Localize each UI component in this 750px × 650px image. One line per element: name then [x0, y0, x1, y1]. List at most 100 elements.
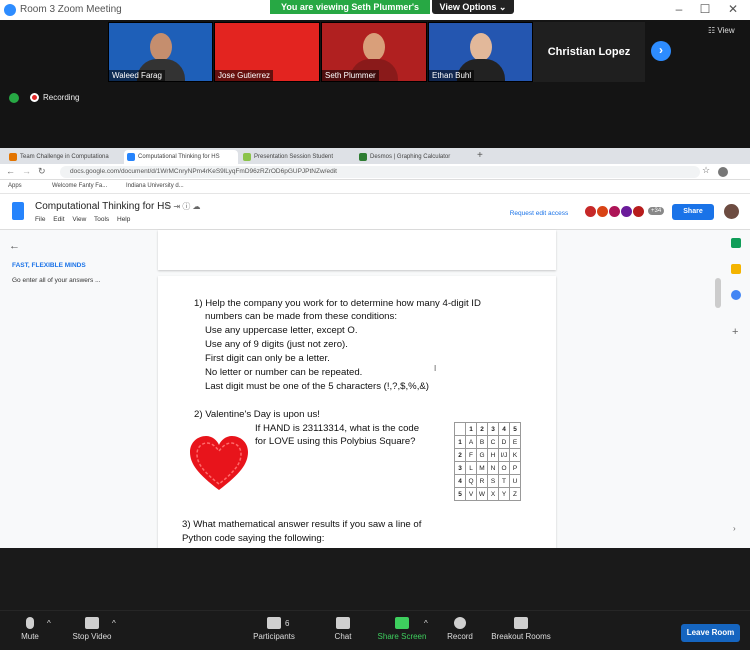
- video-tile-jose[interactable]: Jose Gutierrez: [214, 22, 320, 82]
- polybius-cell: 2: [476, 422, 488, 436]
- tab-desmos[interactable]: Desmos | Graphing Calculator: [356, 150, 470, 164]
- polybius-cell: H: [487, 448, 499, 462]
- breakout-rooms-button[interactable]: Breakout Rooms: [491, 617, 551, 641]
- participant-face: [469, 33, 492, 61]
- keep-icon[interactable]: [731, 264, 741, 274]
- star-icon[interactable]: ☆: [702, 165, 710, 176]
- question-1-line2: numbers can be made from these condition…: [205, 311, 397, 322]
- reload-icon[interactable]: ↻: [38, 166, 46, 177]
- polybius-cell: Q: [465, 474, 477, 488]
- participant-face: [363, 33, 385, 61]
- video-tile-waleed[interactable]: Waleed Farag: [108, 22, 213, 82]
- participants-label: Participants: [253, 632, 295, 641]
- condition-1: Use any uppercase letter, except O.: [205, 325, 358, 336]
- polybius-cell: 4: [498, 422, 510, 436]
- tab-team-challenge[interactable]: Team Challenge in Computationa: [6, 150, 122, 164]
- request-edit-button[interactable]: Request edit access: [502, 207, 576, 221]
- next-page-icon[interactable]: ›: [651, 41, 671, 61]
- menu-tools[interactable]: Tools: [94, 216, 109, 223]
- docs-logo-icon[interactable]: [12, 202, 24, 220]
- outline-heading[interactable]: FAST, FLEXIBLE MINDS: [12, 262, 86, 269]
- new-tab-button[interactable]: +: [477, 150, 483, 161]
- document-canvas: ← FAST, FLEXIBLE MINDS Go enter all of y…: [0, 230, 750, 548]
- bookmarks-bar: Apps Welcome Fanty Fa... Indiana Univers…: [0, 180, 750, 194]
- share-screen-button[interactable]: Share Screen: [372, 617, 432, 641]
- viewing-banner: You are viewing Seth Plummer's screen: [270, 0, 430, 26]
- chat-button[interactable]: Chat: [313, 617, 373, 641]
- recording-label: Recording: [43, 93, 80, 102]
- shield-icon: [9, 93, 19, 103]
- question-2: 2) Valentine's Day is upon us!: [194, 409, 320, 420]
- video-tile-seth[interactable]: Seth Plummer: [321, 22, 427, 82]
- participant-face: [149, 33, 172, 61]
- bookmark-apps[interactable]: Apps: [8, 183, 22, 189]
- back-icon[interactable]: ←: [6, 166, 15, 176]
- expand-icon[interactable]: ›: [733, 524, 736, 533]
- record-icon: [454, 617, 466, 629]
- maximize-button[interactable]: ☐: [690, 2, 720, 18]
- doc-title[interactable]: Computational Thinking for HS: [35, 201, 171, 212]
- mute-button[interactable]: Mute: [0, 617, 60, 641]
- share-button[interactable]: Share: [672, 204, 714, 220]
- menu-edit[interactable]: Edit: [53, 216, 64, 223]
- polybius-cell: K: [509, 448, 521, 462]
- view-options-button[interactable]: View Options ⌄: [432, 0, 514, 14]
- recording-icon: [30, 93, 39, 102]
- menu-help[interactable]: Help: [117, 216, 130, 223]
- close-button[interactable]: ✕: [718, 2, 748, 18]
- polybius-cell: R: [476, 474, 488, 488]
- record-button[interactable]: Record: [430, 617, 490, 641]
- address-bar-row: ← → ↻ docs.google.com/document/d/1WrMCnr…: [0, 164, 750, 180]
- video-options-chevron-icon[interactable]: ^: [112, 619, 116, 628]
- profile-avatar[interactable]: [718, 167, 728, 177]
- back-arrow-icon[interactable]: ←: [9, 240, 20, 252]
- microphone-icon: [26, 617, 34, 629]
- audio-options-chevron-icon[interactable]: ^: [47, 619, 51, 628]
- doc-page[interactable]: 1) Help the company you work for to dete…: [158, 276, 556, 548]
- video-tile-christian[interactable]: Christian Lopez: [533, 22, 645, 82]
- polybius-cell: N: [487, 461, 499, 475]
- tab-computational-thinking[interactable]: Computational Thinking for HS: [124, 150, 238, 164]
- menu-view[interactable]: View: [72, 216, 86, 223]
- tab-label: Desmos | Graphing Calculator: [370, 154, 451, 160]
- share-options-chevron-icon[interactable]: ^: [424, 619, 428, 628]
- video-tile-ethan[interactable]: Ethan Buhl: [428, 22, 533, 82]
- shared-screen: Team Challenge in Computationa Computati…: [0, 148, 750, 548]
- share-area-padding: [0, 548, 750, 610]
- record-label: Record: [447, 632, 473, 641]
- outline-item[interactable]: Go enter all of your answers ...: [12, 277, 101, 284]
- bookmark-indiana[interactable]: Indiana University d...: [126, 183, 184, 189]
- bookmark-welcome[interactable]: Welcome Fanty Fa...: [52, 183, 107, 189]
- condition-3: First digit can only be a letter.: [205, 353, 330, 364]
- calendar-icon[interactable]: [731, 238, 741, 248]
- add-addon-icon[interactable]: +: [732, 326, 738, 338]
- participant-name: Ethan Buhl: [429, 70, 475, 81]
- tab-favicon-icon: [243, 153, 251, 161]
- account-avatar[interactable]: [724, 204, 739, 219]
- star-icon[interactable]: ☆ ⇥ ⓘ ☁: [164, 201, 201, 212]
- view-button[interactable]: ☷ View: [708, 26, 735, 35]
- meeting-toolbar: Mute ^ Stop Video ^ Participants 6 Chat …: [0, 610, 750, 650]
- document-outline: ← FAST, FLEXIBLE MINDS Go enter all of y…: [0, 230, 158, 548]
- menu-file[interactable]: File: [35, 216, 45, 223]
- forward-icon[interactable]: →: [22, 166, 31, 176]
- question-3-line2: Python code saying the following:: [182, 533, 325, 544]
- question-2-line3: for LOVE using this Polybius Square?: [255, 436, 416, 447]
- tab-favicon-icon: [127, 153, 135, 161]
- leave-room-button[interactable]: Leave Room: [681, 624, 740, 642]
- tasks-icon[interactable]: [731, 290, 741, 300]
- avatar[interactable]: [632, 205, 645, 218]
- polybius-cell: O: [498, 461, 510, 475]
- question-1: 1) Help the company you work for to dete…: [194, 298, 481, 309]
- breakout-rooms-label: Breakout Rooms: [491, 632, 551, 641]
- polybius-cell: T: [498, 474, 510, 488]
- participants-button[interactable]: Participants: [244, 617, 304, 641]
- polybius-cell: P: [509, 461, 521, 475]
- polybius-cell: S: [487, 474, 499, 488]
- doc-scrollbar[interactable]: [715, 278, 721, 308]
- tab-presentation[interactable]: Presentation Session Student: [240, 150, 354, 164]
- tab-favicon-icon: [359, 153, 367, 161]
- url-field[interactable]: docs.google.com/document/d/1WrMCnryNPm4r…: [60, 166, 700, 178]
- avatar-count-badge[interactable]: +34: [648, 207, 665, 215]
- chat-icon: [336, 617, 350, 629]
